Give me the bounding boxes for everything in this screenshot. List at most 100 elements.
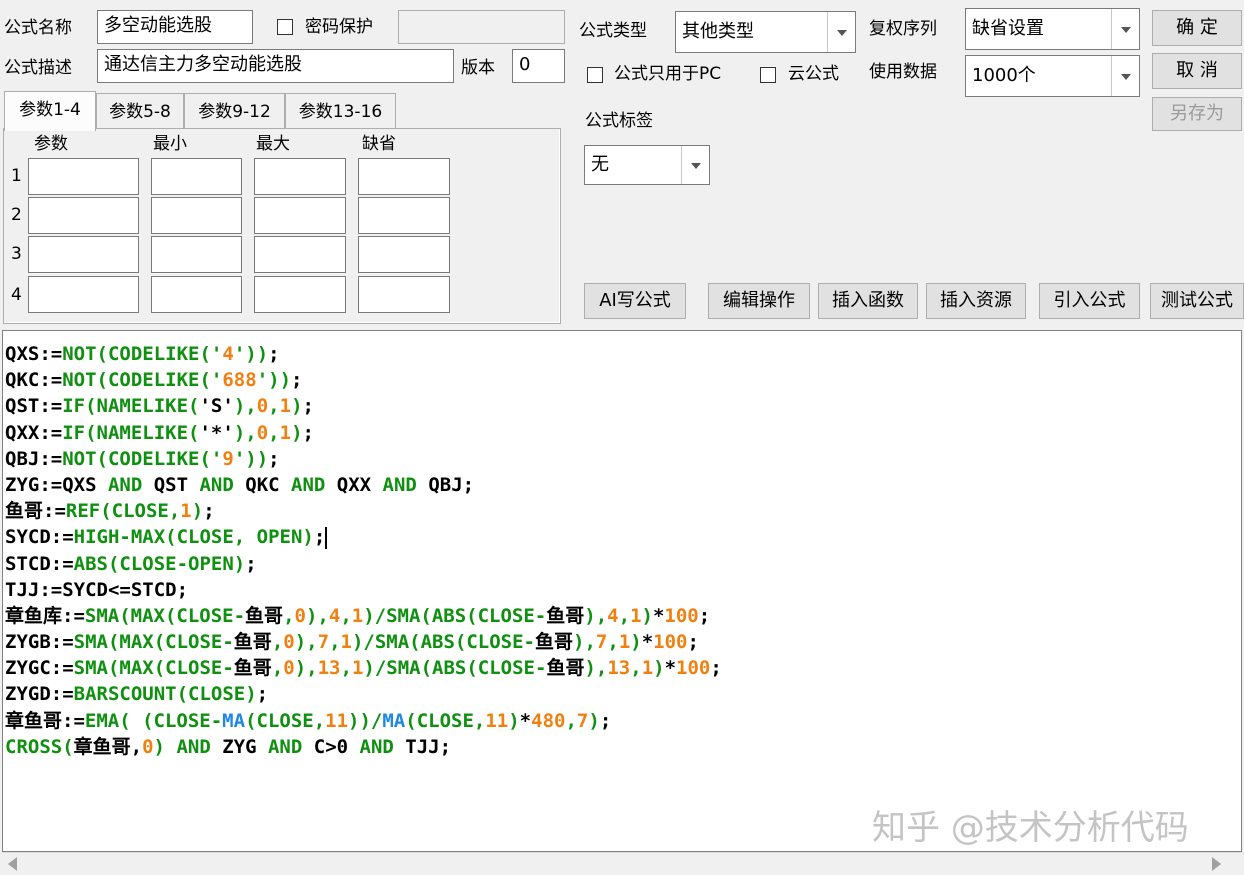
code-token: * bbox=[641, 631, 654, 654]
code-token: ; bbox=[268, 447, 280, 470]
chevron-down-icon[interactable] bbox=[1111, 56, 1139, 96]
code-token: ) bbox=[291, 395, 303, 418]
formula-name-label: 公式名称 bbox=[4, 18, 72, 38]
code-line[interactable]: QXX:=IF(NAMELIKE('*'),0,1); bbox=[5, 420, 722, 446]
code-token: IF(NAMELIKE( bbox=[62, 395, 200, 418]
code-token: ) bbox=[653, 657, 665, 680]
code-line[interactable]: QXS:=NOT(CODELIKE('4')); bbox=[5, 341, 722, 367]
code-line[interactable]: TJJ:=SYCD<=STCD; bbox=[5, 577, 722, 603]
param4-default-input[interactable] bbox=[358, 276, 450, 313]
chevron-down-icon[interactable] bbox=[1111, 9, 1139, 49]
param4-min-input[interactable] bbox=[151, 276, 242, 313]
code-line[interactable]: 章鱼哥:=EMA( (CLOSE-MA(CLOSE,11))/MA(CLOSE,… bbox=[5, 708, 722, 734]
use-data-label: 使用数据 bbox=[869, 62, 937, 82]
param-row-number: 2 bbox=[11, 205, 22, 225]
scroll-left-icon[interactable] bbox=[8, 857, 17, 871]
param1-name-input[interactable] bbox=[28, 158, 139, 195]
tab-params-9-12[interactable]: 参数9-12 bbox=[184, 93, 285, 130]
code-token: ) bbox=[291, 421, 303, 444]
code-text[interactable]: QXS:=NOT(CODELIKE('4')); QKC:=NOT(CODELIK… bbox=[5, 341, 722, 760]
formula-desc-input[interactable]: 通达信主力多空动能选股 bbox=[97, 49, 454, 83]
formula-type-label: 公式类型 bbox=[579, 21, 647, 41]
edit-operation-button[interactable]: 编辑操作 bbox=[708, 283, 810, 319]
formula-name-input[interactable]: 多空动能选股 bbox=[97, 10, 253, 44]
param1-min-input[interactable] bbox=[151, 158, 242, 195]
code-token: 1 bbox=[351, 657, 364, 680]
code-token: 100 bbox=[653, 631, 688, 654]
code-line[interactable]: ZYGD:=BARSCOUNT(CLOSE); bbox=[5, 681, 722, 707]
code-line[interactable]: SYCD:=HIGH-MAX(CLOSE, OPEN); bbox=[5, 524, 722, 550]
param-header-default: 缺省 bbox=[362, 134, 396, 154]
param1-default-input[interactable] bbox=[358, 158, 450, 195]
param3-name-input[interactable] bbox=[28, 236, 139, 273]
param4-name-input[interactable] bbox=[28, 276, 139, 313]
code-token: ), bbox=[233, 395, 257, 418]
tab-params-13-16[interactable]: 参数13-16 bbox=[285, 93, 396, 130]
ok-button[interactable]: 确 定 bbox=[1152, 10, 1242, 46]
formula-desc-label: 公式描述 bbox=[4, 58, 72, 78]
pc-only-checkbox[interactable] bbox=[587, 67, 603, 83]
cancel-button[interactable]: 取 消 bbox=[1152, 53, 1242, 89]
param2-name-input[interactable] bbox=[28, 197, 139, 234]
code-token: 1 bbox=[351, 604, 364, 627]
param2-max-input[interactable] bbox=[254, 197, 346, 234]
code-line[interactable]: CROSS(章鱼哥,0) AND ZYG AND C>0 AND TJJ; bbox=[5, 734, 722, 760]
ai-formula-button[interactable]: AI写公式 bbox=[584, 283, 686, 319]
param3-min-input[interactable] bbox=[151, 236, 242, 273]
tab-params-5-8[interactable]: 参数5-8 bbox=[96, 93, 184, 130]
save-as-button[interactable]: 另存为 bbox=[1152, 97, 1242, 131]
code-token: , bbox=[340, 604, 352, 627]
use-data-select[interactable]: 1000个 bbox=[965, 55, 1140, 97]
code-line[interactable]: ZYG:=QXS AND QST AND QKC AND QXX AND QBJ… bbox=[5, 472, 722, 498]
password-protect-checkbox[interactable] bbox=[277, 19, 293, 35]
param2-min-input[interactable] bbox=[151, 197, 242, 234]
test-formula-button[interactable]: 测试公式 bbox=[1150, 283, 1244, 319]
insert-resource-button[interactable]: 插入资源 bbox=[926, 283, 1026, 319]
chevron-down-icon[interactable] bbox=[681, 146, 709, 184]
param1-max-input[interactable] bbox=[254, 158, 346, 195]
code-token: ), bbox=[294, 631, 318, 654]
code-token: QXS:= bbox=[5, 343, 63, 365]
param4-max-input[interactable] bbox=[254, 276, 346, 313]
insert-function-button[interactable]: 插入函数 bbox=[818, 283, 918, 319]
code-token: ZYGD:= bbox=[5, 683, 74, 706]
param3-default-input[interactable] bbox=[358, 236, 450, 273]
code-token: AND bbox=[382, 473, 417, 496]
code-token: 100 bbox=[664, 604, 699, 627]
scroll-right-icon[interactable] bbox=[1212, 857, 1221, 871]
password-input[interactable] bbox=[398, 10, 565, 44]
code-token: EMA( (CLOSE- bbox=[84, 709, 223, 732]
code-line[interactable]: ZYGC:=SMA(MAX(CLOSE-鱼哥,0),13,1)/SMA(ABS(… bbox=[5, 655, 722, 681]
code-token: NOT(CODELIKE(' bbox=[62, 447, 223, 470]
param2-default-input[interactable] bbox=[358, 197, 450, 234]
code-token: , bbox=[340, 657, 352, 680]
code-line[interactable]: 鱼哥:=REF(CLOSE,1); bbox=[5, 498, 722, 524]
code-token: 7 bbox=[595, 631, 608, 654]
chevron-down-icon[interactable] bbox=[827, 12, 855, 52]
code-line[interactable]: STCD:=ABS(CLOSE-OPEN); bbox=[5, 551, 722, 577]
code-token: CROSS( bbox=[5, 735, 74, 758]
code-token: 7 bbox=[317, 631, 330, 654]
code-token: ) bbox=[630, 631, 642, 654]
tab-params-1-4[interactable]: 参数1-4 bbox=[4, 91, 96, 131]
import-formula-button[interactable]: 引入公式 bbox=[1039, 283, 1140, 319]
code-token: SMA(MAX(CLOSE- bbox=[73, 631, 234, 654]
code-editor[interactable]: QXS:=NOT(CODELIKE('4')); QKC:=NOT(CODELIK… bbox=[2, 330, 1242, 852]
code-line[interactable]: QST:=IF(NAMELIKE('S'),0,1); bbox=[5, 393, 722, 419]
rights-select[interactable]: 缺省设置 bbox=[965, 8, 1140, 50]
code-token: AND bbox=[107, 473, 143, 496]
code-line[interactable]: 章鱼库:=SMA(MAX(CLOSE-鱼哥,0),4,1)/SMA(ABS(CL… bbox=[5, 603, 722, 629]
version-input[interactable]: 0 bbox=[512, 49, 565, 83]
formula-type-select[interactable]: 其他类型 bbox=[675, 11, 856, 53]
cloud-checkbox[interactable] bbox=[760, 67, 776, 83]
param3-max-input[interactable] bbox=[254, 236, 346, 273]
horizontal-scrollbar[interactable] bbox=[2, 852, 1242, 875]
code-token: 章鱼哥:= bbox=[5, 709, 85, 732]
code-line[interactable]: ZYGB:=SMA(MAX(CLOSE-鱼哥,0),7,1)/SMA(ABS(C… bbox=[5, 629, 722, 655]
param-header-min: 最小 bbox=[153, 134, 187, 154]
code-line[interactable]: QBJ:=NOT(CODELIKE('9')); bbox=[5, 446, 722, 472]
code-token: ')) bbox=[233, 447, 269, 470]
code-line[interactable]: QKC:=NOT(CODELIKE('688')); bbox=[5, 367, 722, 393]
tag-select[interactable]: 无 bbox=[584, 145, 710, 185]
